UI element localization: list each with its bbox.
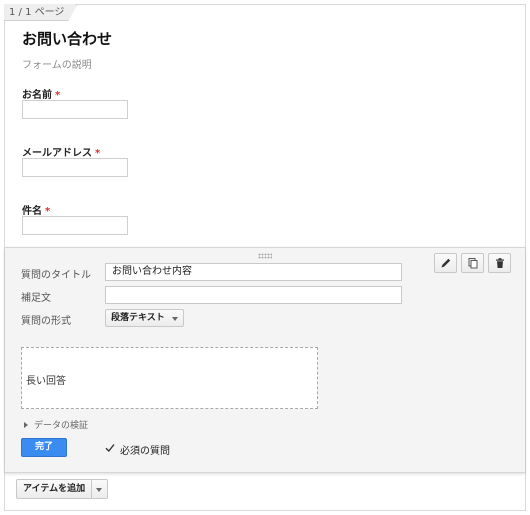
trash-icon [494,257,506,269]
chevron-down-icon [171,317,178,321]
triangle-right-icon [24,421,28,428]
email-input[interactable] [22,158,128,177]
question-title-input[interactable]: お問い合わせ内容 [105,263,402,281]
data-validation-label: データの検証 [34,421,89,431]
form-description[interactable]: フォームの説明 [22,56,92,71]
required-label: 必須の質問 [120,446,170,457]
add-item-dropdown[interactable] [92,480,107,498]
question-editor-panel: 質問のタイトル お問い合わせ内容 補足文 質問の形式 段落テキスト 長い回答 デ… [5,247,525,473]
add-item-label: アイテムを追加 [17,480,93,498]
question-email-label: メールアドレス * [22,144,100,159]
data-validation-toggle[interactable]: データの検証 [24,418,88,431]
question-type-value: 段落テキスト [111,313,165,323]
question-type-label: 質問の形式 [21,316,71,327]
help-text-input[interactable] [105,286,402,304]
question-type-select[interactable]: 段落テキスト [105,309,184,327]
question-subject-label: 件名 * [22,202,50,217]
edit-button[interactable] [434,253,457,273]
chevron-down-icon [96,488,103,492]
drag-handle[interactable] [258,253,272,259]
required-checkbox[interactable]: 必須の質問 [105,442,170,457]
question-name-label: お名前 * [22,86,60,101]
subject-input[interactable] [22,216,128,235]
add-item-button[interactable]: アイテムを追加 [16,479,109,499]
title-label: 質問のタイトル [21,270,91,281]
duplicate-button[interactable] [461,253,484,273]
copy-icon [467,257,479,269]
pencil-icon [440,257,452,269]
page-indicator: 1 / 1 ページ [4,4,77,21]
checkmark-icon [105,443,120,456]
help-text-label: 補足文 [21,293,51,304]
delete-button[interactable] [488,253,511,273]
done-button[interactable]: 完了 [21,438,67,457]
answer-preview-text: 長い回答 [26,376,66,387]
answer-preview: 長い回答 [21,347,318,409]
name-input[interactable] [22,100,128,119]
form-title[interactable]: お問い合わせ [22,28,112,49]
